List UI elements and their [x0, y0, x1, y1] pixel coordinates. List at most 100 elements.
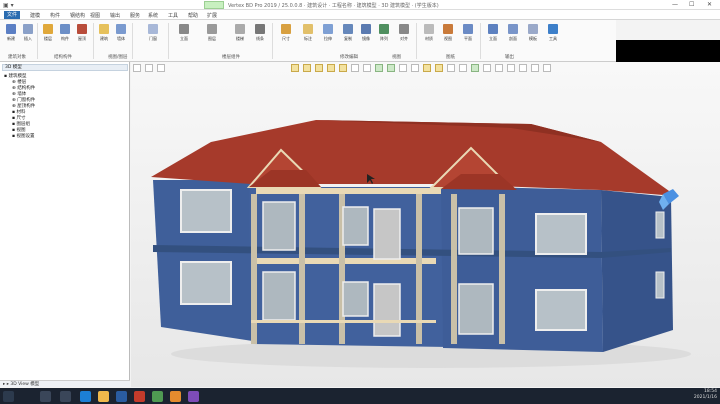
model-tree-panel: 3D 模型 ▪ 建筑模型 ⊕ 楼层 ⊕ 结构构件 ⊕ 墙体 ⊕ 门窗构件 ⊕ 屋… [0, 62, 130, 387]
menu-item-system[interactable]: 系统 [148, 12, 158, 19]
group-separator [168, 23, 169, 59]
annotate-button[interactable]: 标注 [300, 24, 316, 46]
stairs-button[interactable]: 楼梯 [232, 24, 248, 46]
close-button[interactable]: ✕ [707, 1, 712, 8]
group-label: 视图 [392, 55, 401, 60]
cornice-trim [256, 188, 441, 194]
wechat-icon[interactable] [152, 391, 163, 402]
building-button[interactable]: 建筑 [96, 24, 112, 46]
plan-icon [463, 24, 473, 34]
door-window-button[interactable]: 门窗 [145, 24, 161, 46]
group-label: 建筑对象 [8, 55, 26, 60]
window [180, 261, 232, 305]
menu-item-service[interactable]: 服务 [130, 12, 140, 19]
door-upper [373, 208, 401, 260]
window [342, 206, 369, 246]
app-icon[interactable] [188, 391, 199, 402]
template-button[interactable]: 模板 [525, 24, 541, 46]
section-button[interactable]: 剖面 [505, 24, 521, 46]
menu-item-components[interactable]: 构件 [50, 12, 60, 19]
new-button[interactable]: 新建 [3, 24, 19, 46]
quick-access-toolbar[interactable]: ▣ ▾ [3, 2, 14, 9]
roof-button[interactable]: 屋顶 [74, 24, 90, 46]
view-button[interactable]: 视图 [440, 24, 456, 46]
menu-item-output[interactable]: 输出 [110, 12, 120, 19]
search-icon[interactable] [40, 391, 51, 402]
elevation-icon [179, 24, 189, 34]
array-button[interactable]: 阵列 [376, 24, 392, 46]
section-elevation-button[interactable]: 立面 [485, 24, 501, 46]
dimension-button[interactable]: 尺寸 [278, 24, 294, 46]
column [451, 194, 457, 344]
material-button[interactable]: 材质 [421, 24, 437, 46]
group-label: 输出 [505, 55, 514, 60]
array-icon [379, 24, 389, 34]
new-icon [6, 24, 16, 34]
window [458, 283, 494, 335]
plan-button[interactable]: 平面 [460, 24, 476, 46]
floor-button[interactable]: 楼层 [40, 24, 56, 46]
group-label: 结构构件 [54, 55, 72, 60]
tree-item[interactable]: ▪ 视图设置 [12, 133, 34, 139]
menu-item-help[interactable]: 帮助 [188, 12, 198, 19]
group-label: 视图/图层 [108, 55, 128, 60]
extrude-icon [323, 24, 333, 34]
menu-item-steel[interactable]: 钢结构 [70, 12, 85, 19]
window-side [655, 211, 665, 239]
window-side [655, 271, 665, 299]
maximize-button[interactable]: ☐ [689, 1, 694, 8]
window-title: Vertex BD Pro 2019 / 25.0.0.8 · 建筑设计 · 工… [228, 3, 439, 9]
mirror-button[interactable]: 镜像 [358, 24, 374, 46]
app-icon[interactable] [170, 391, 181, 402]
wall-button[interactable]: 墙体 [113, 24, 129, 46]
folder-icon[interactable] [98, 391, 109, 402]
group-separator [37, 23, 38, 59]
railing [251, 320, 436, 323]
menu-item-view[interactable]: 视图 [90, 12, 100, 19]
window [262, 201, 296, 251]
license-badge [204, 1, 224, 9]
template-icon [528, 24, 538, 34]
3d-viewport[interactable] [131, 62, 720, 387]
component-button[interactable]: 构件 [57, 24, 73, 46]
tools-button[interactable]: 工具 [545, 24, 561, 46]
insert-icon [23, 24, 33, 34]
system-clock[interactable]: 18:54 2021/1/16 [694, 389, 717, 401]
line-icon [255, 24, 265, 34]
window [180, 189, 232, 233]
app-icon[interactable] [116, 391, 127, 402]
window [262, 271, 296, 321]
view-icon [443, 24, 453, 34]
menu-item-tools[interactable]: 工具 [168, 12, 178, 19]
section-icon [508, 24, 518, 34]
front-door [373, 283, 401, 337]
minimize-button[interactable]: — [672, 1, 678, 8]
copy-icon [343, 24, 353, 34]
line-button[interactable]: 线条 [252, 24, 268, 46]
align-button[interactable]: 对齐 [396, 24, 412, 46]
elevation-button[interactable]: 立面 [176, 24, 192, 46]
layer-button[interactable]: 图层 [204, 24, 220, 46]
panel-tab-bar[interactable]: ▸ ▸ 3D View 模型 [0, 380, 130, 387]
menu-item-extensions[interactable]: 扩展 [207, 12, 217, 19]
window [342, 281, 369, 317]
tools-icon [548, 24, 558, 34]
copy-button[interactable]: 复制 [340, 24, 356, 46]
house-model [151, 120, 691, 368]
start-icon[interactable] [3, 391, 14, 402]
menu-item-file[interactable]: 文件 [4, 11, 21, 19]
building-icon [99, 24, 109, 34]
window [535, 213, 587, 255]
stairs-icon [235, 24, 245, 34]
group-separator [480, 23, 481, 59]
extrude-button[interactable]: 拉伸 [320, 24, 336, 46]
layer-icon [207, 24, 217, 34]
floor-icon [43, 24, 53, 34]
taskview-icon[interactable] [60, 391, 71, 402]
dimension-icon [281, 24, 291, 34]
menu-item-model[interactable]: 建模 [30, 12, 40, 19]
app-icon[interactable] [134, 391, 145, 402]
edge-icon[interactable] [80, 391, 91, 402]
group-label: 楼层组件 [222, 55, 240, 60]
insert-button[interactable]: 插入 [20, 24, 36, 46]
